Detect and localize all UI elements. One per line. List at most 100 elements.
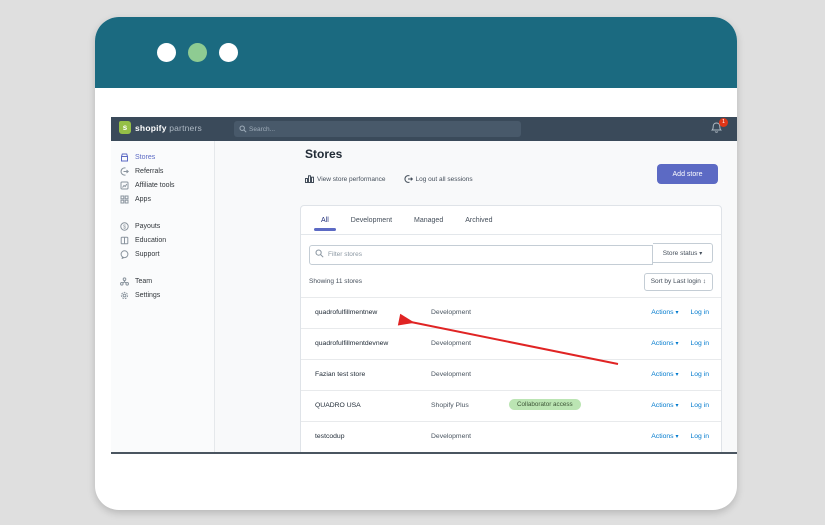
- sort-arrows-icon: ↕: [702, 278, 706, 285]
- sidebar-item-apps[interactable]: Apps: [111, 192, 214, 206]
- view-store-performance-label: View store performance: [317, 175, 386, 183]
- log-in-link[interactable]: Log in: [690, 340, 709, 347]
- browser-titlebar: [95, 17, 737, 88]
- svg-text:$: $: [123, 224, 126, 230]
- store-status-label: Store status: [662, 249, 698, 257]
- shopify-partners-logo[interactable]: s shopify partners: [119, 121, 202, 134]
- add-store-button[interactable]: Add store: [657, 164, 718, 184]
- top-navbar: s shopify partners 1: [111, 117, 737, 141]
- collaborator-access-badge: Collaborator access: [509, 398, 581, 410]
- sidebar-item-affiliate-tools[interactable]: Affiliate tools: [111, 178, 214, 192]
- shopify-partners-screenshot: s shopify partners 1 Stores Referrals Affi…: [111, 117, 737, 454]
- store-name: quadrofulfillmentdevnew: [315, 339, 389, 347]
- log-in-link[interactable]: Log in: [690, 402, 709, 409]
- chevron-down-icon: ▾: [699, 250, 703, 257]
- sidebar-item-team[interactable]: Team: [111, 274, 214, 288]
- window-dot-1: [157, 43, 176, 62]
- actions-dropdown-link[interactable]: Actions ▾: [651, 309, 678, 316]
- store-name: testcodup: [315, 432, 345, 440]
- row-links: Actions ▾ Log in: [651, 371, 709, 378]
- page-subactions: View store performance Log out all sessi…: [305, 175, 473, 183]
- caret-down-icon: ▾: [675, 433, 679, 440]
- store-type: Development: [431, 432, 472, 440]
- showing-count-text: Showing 11 stores: [309, 278, 362, 285]
- actions-dropdown-link[interactable]: Actions ▾: [651, 402, 678, 409]
- sidebar-item-label: Team: [135, 277, 153, 285]
- notifications-bell[interactable]: 1: [710, 118, 728, 136]
- team-icon: [120, 276, 129, 286]
- settings-icon: [120, 291, 129, 300]
- filter-input-wrap: [309, 243, 653, 265]
- actions-dropdown-link[interactable]: Actions ▾: [651, 433, 678, 440]
- search-input[interactable]: [234, 121, 521, 137]
- store-type: Development: [431, 308, 472, 316]
- store-name: Fazian test store: [315, 370, 366, 378]
- store-tabs: All Development Managed Archived: [301, 206, 721, 235]
- sort-by-button[interactable]: Sort by Last login ↕: [643, 272, 713, 291]
- logout-icon: [404, 175, 413, 183]
- sidebar-item-label: Apps: [135, 195, 151, 203]
- log-in-link[interactable]: Log in: [690, 309, 709, 316]
- showing-row: Showing 11 stores Sort by Last login ↕: [301, 271, 721, 297]
- main-content: Stores View store performance Log out al…: [216, 141, 737, 452]
- sidebar-item-stores[interactable]: Stores: [111, 150, 214, 164]
- education-icon: [120, 236, 129, 245]
- table-row: quadrofulfillmentnew Development Actions ▾…: [301, 296, 721, 328]
- page-title: Stores: [305, 147, 343, 161]
- referrals-icon: [120, 166, 129, 176]
- log-in-link[interactable]: Log in: [690, 371, 709, 378]
- shopify-bag-icon: s: [119, 121, 131, 134]
- actions-dropdown-link[interactable]: Actions ▾: [651, 340, 678, 347]
- store-type: Development: [431, 339, 472, 347]
- affiliate-icon: [120, 181, 129, 190]
- store-status-dropdown[interactable]: Store status ▾: [653, 243, 713, 263]
- window-dot-2: [188, 43, 207, 62]
- log-in-link[interactable]: Log in: [690, 433, 709, 440]
- sidebar-item-label: Settings: [135, 291, 161, 299]
- sidebar-item-label: Payouts: [135, 222, 161, 230]
- filter-stores-input[interactable]: [309, 244, 653, 265]
- table-row: Fazian test store Development Actions ▾ Log…: [301, 358, 721, 390]
- row-links: Actions ▾ Log in: [651, 340, 709, 347]
- store-name: QUADRO USA: [315, 401, 361, 409]
- payouts-icon: $: [120, 221, 129, 231]
- sidebar-item-label: Education: [135, 236, 167, 244]
- tab-all[interactable]: All: [314, 206, 336, 234]
- sidebar-nav: Stores Referrals Affiliate tools Apps $ Payou…: [111, 141, 215, 452]
- row-links: Actions ▾ Log in: [651, 309, 709, 316]
- app-body: Stores Referrals Affiliate tools Apps $ Payou…: [111, 141, 737, 452]
- sidebar-item-education[interactable]: Education: [111, 233, 214, 247]
- sidebar-item-payouts[interactable]: $ Payouts: [111, 219, 214, 233]
- sidebar-item-settings[interactable]: Settings: [111, 288, 214, 302]
- apps-icon: [120, 195, 129, 204]
- logo-light: partners: [169, 122, 202, 133]
- caret-down-icon: ▾: [675, 340, 679, 347]
- store-name: quadrofulfillmentnew: [315, 308, 378, 316]
- store-type: Development: [431, 370, 472, 378]
- sidebar-group: Stores Referrals Affiliate tools Apps: [111, 150, 214, 206]
- actions-dropdown-link[interactable]: Actions ▾: [651, 371, 678, 378]
- support-icon: [120, 249, 129, 259]
- actions-label: Actions: [651, 432, 674, 440]
- table-row: dev1.onetreeplantedDevelopmentActions ▾L…: [301, 451, 721, 452]
- tab-archived[interactable]: Archived: [465, 206, 492, 234]
- sidebar-item-referrals[interactable]: Referrals: [111, 164, 214, 178]
- store-icon: [120, 153, 129, 162]
- sidebar-item-label: Support: [135, 250, 160, 258]
- tab-managed[interactable]: Managed: [414, 206, 443, 234]
- actions-label: Actions: [651, 370, 674, 378]
- logo-text: shopify partners: [135, 123, 202, 133]
- view-store-performance-link[interactable]: View store performance: [305, 175, 386, 183]
- sidebar-group: Team Settings: [111, 274, 214, 302]
- caret-down-icon: ▾: [675, 371, 679, 378]
- sort-by-label: Sort by Last login: [650, 278, 701, 285]
- table-row: testcodup Development Actions ▾ Log in: [301, 420, 721, 452]
- sidebar-item-support[interactable]: Support: [111, 247, 214, 261]
- caret-down-icon: ▾: [675, 309, 679, 316]
- logout-all-sessions-link[interactable]: Log out all sessions: [404, 175, 473, 183]
- logo-bold: shopify: [135, 122, 167, 133]
- filter-row: Store status ▾: [301, 235, 721, 271]
- tab-development[interactable]: Development: [351, 206, 392, 234]
- sidebar-item-label: Affiliate tools: [135, 181, 175, 189]
- store-type: Shopify Plus: [431, 401, 469, 409]
